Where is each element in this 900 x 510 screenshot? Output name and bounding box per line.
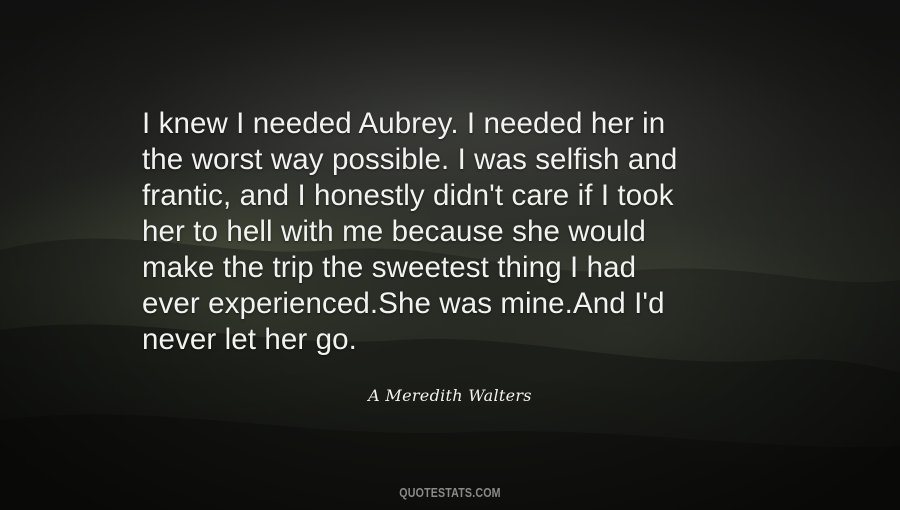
quote-line: I knew I needed Aubrey. I needed her in: [142, 107, 666, 140]
quote-line: never let her go.: [142, 323, 357, 356]
quote-image: I knew I needed Aubrey. I needed her in …: [0, 0, 900, 510]
quote-line: frantic, and I honestly didn't care if I…: [142, 179, 674, 212]
quote-line: the worst way possible. I was selfish an…: [142, 143, 678, 176]
site-watermark: QUOTESTATS.COM: [399, 485, 501, 500]
quote-author: A Meredith Walters: [368, 386, 532, 405]
quote-line: her to hell with me because she would: [142, 215, 646, 248]
quote-line: make the trip the sweetest thing I had: [142, 251, 637, 284]
quote-text: I knew I needed Aubrey. I needed her in …: [142, 106, 802, 358]
quote-line: ever experienced.She was mine.And I'd: [142, 287, 665, 320]
